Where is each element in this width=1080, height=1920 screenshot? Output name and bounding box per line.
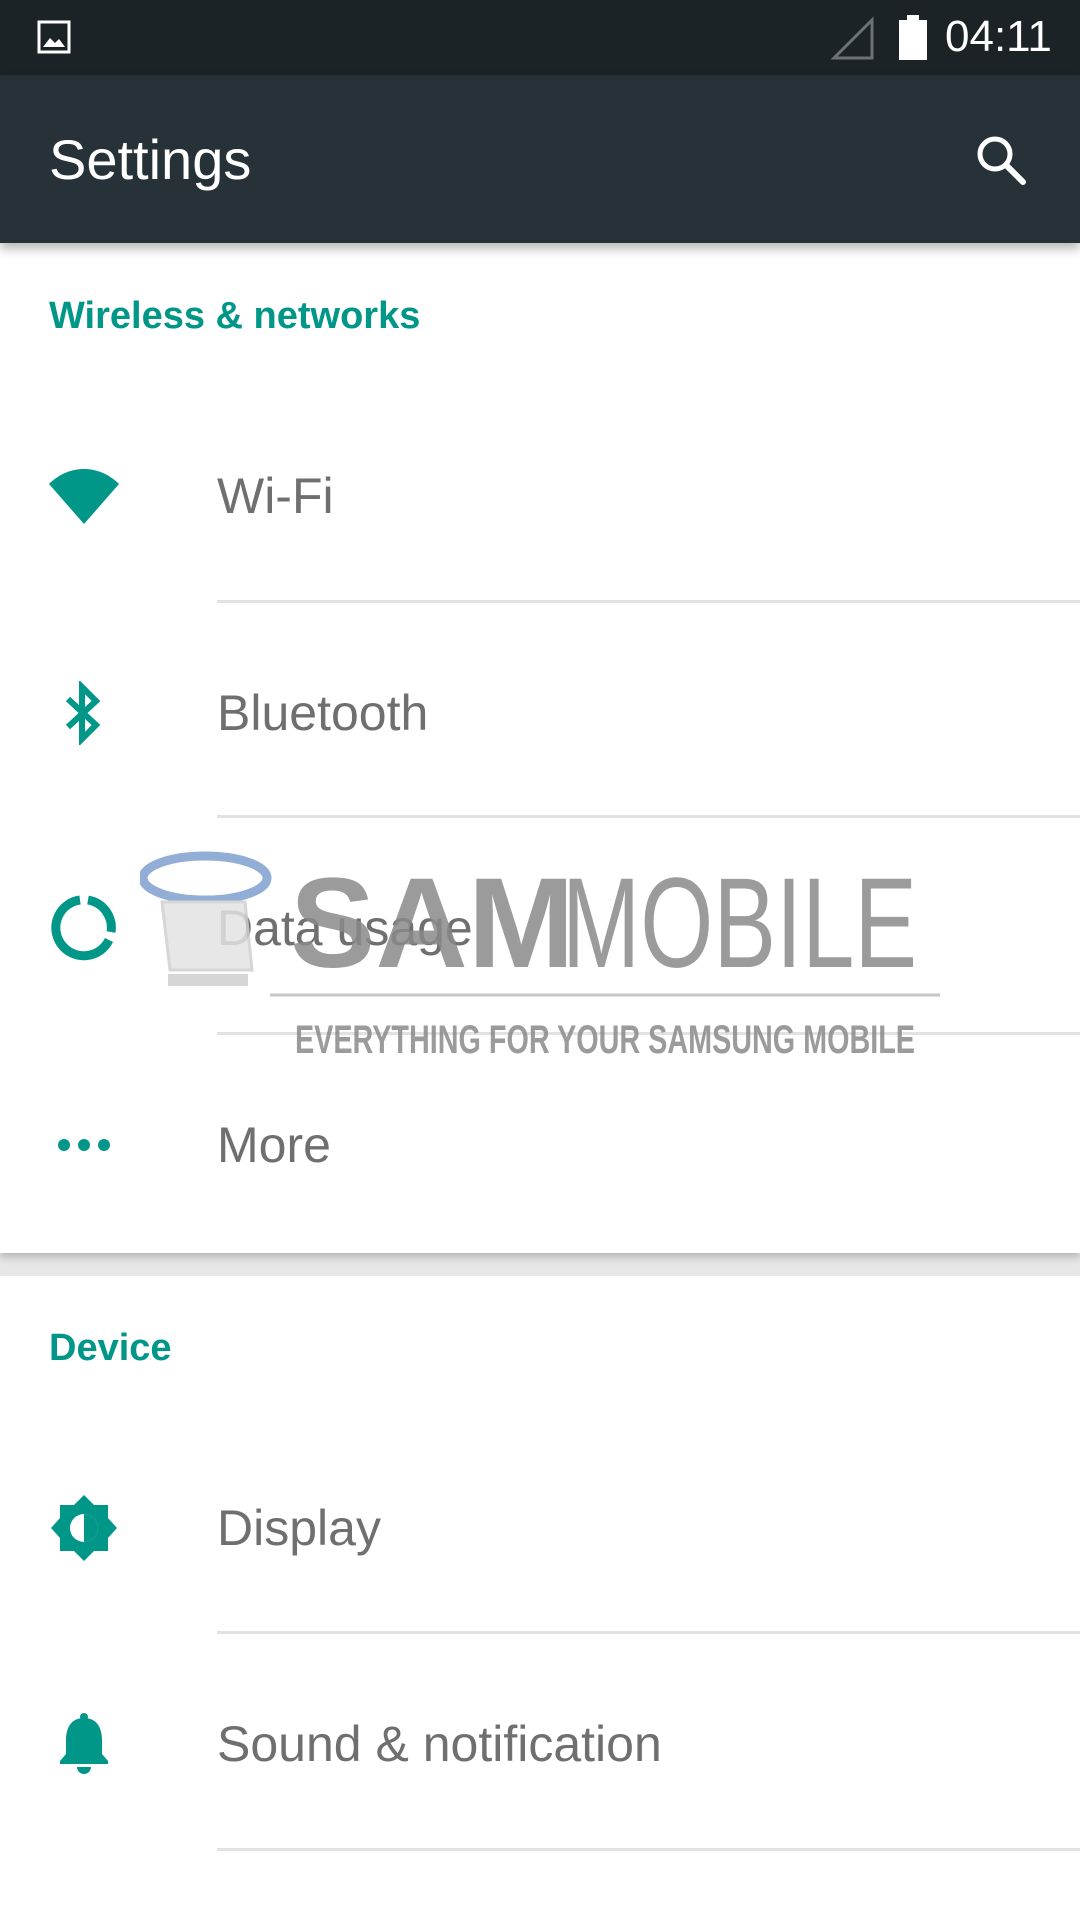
divider — [217, 1848, 1080, 1851]
section-device: Device Display Sound & notification — [0, 1276, 1080, 1920]
settings-item-display[interactable]: Display — [0, 1420, 1080, 1636]
section-header-device: Device — [49, 1327, 172, 1369]
settings-item-data-usage[interactable]: Data usage — [0, 820, 1080, 1036]
settings-item-label: Sound & notification — [217, 1716, 662, 1772]
more-icon — [44, 1105, 124, 1185]
section-divider — [0, 1253, 1080, 1276]
settings-item-label: More — [217, 1117, 331, 1173]
settings-item-more[interactable]: More — [0, 1037, 1080, 1253]
divider — [217, 600, 1080, 603]
search-icon — [977, 136, 1026, 185]
gallery-icon — [37, 20, 71, 54]
section-wireless-networks: Wireless & networks Wi-Fi Bluetooth Data… — [0, 243, 1080, 1253]
search-button[interactable] — [966, 125, 1036, 195]
battery-icon — [899, 15, 927, 60]
section-header-wireless: Wireless & networks — [49, 295, 421, 337]
wifi-icon — [44, 456, 124, 536]
settings-item-label: Bluetooth — [217, 685, 429, 741]
app-toolbar: Settings — [0, 75, 1080, 243]
settings-item-bluetooth[interactable]: Bluetooth — [0, 605, 1080, 821]
signal-icon — [830, 16, 874, 60]
settings-item-label: Wi-Fi — [217, 468, 334, 524]
bluetooth-icon — [44, 673, 124, 753]
display-icon — [44, 1488, 124, 1568]
page-title: Settings — [49, 128, 252, 191]
data-usage-icon — [44, 888, 124, 968]
settings-item-sound-notification[interactable]: Sound & notification — [0, 1636, 1080, 1852]
settings-item-wifi[interactable]: Wi-Fi — [0, 388, 1080, 604]
bell-icon — [44, 1704, 124, 1784]
settings-item-label: Display — [217, 1500, 381, 1556]
divider — [217, 1631, 1080, 1634]
settings-item-label: Data usage — [217, 900, 473, 956]
divider — [217, 1032, 1080, 1035]
status-clock: 04:11 — [945, 12, 1052, 61]
status-bar: 04:11 — [0, 0, 1080, 75]
divider — [217, 815, 1080, 818]
